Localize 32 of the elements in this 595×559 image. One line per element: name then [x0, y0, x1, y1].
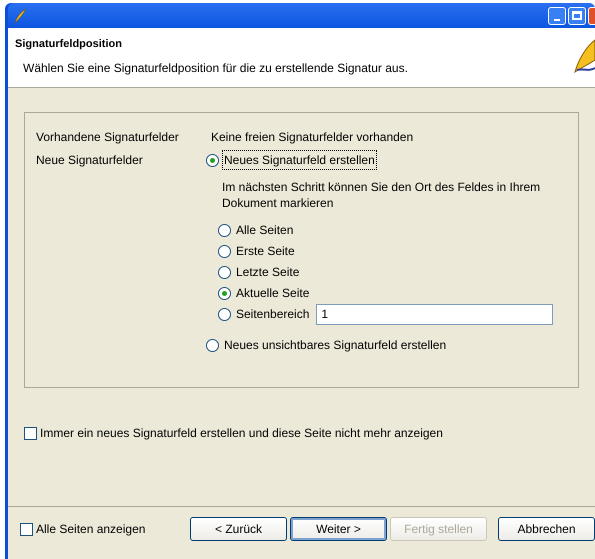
radio-button[interactable]	[206, 154, 219, 166]
page-title: Signaturfeldposition	[15, 37, 123, 52]
radio-button[interactable]	[206, 338, 219, 352]
radio-button[interactable]	[218, 308, 231, 320]
radio-option[interactable]: Seitenbereich	[218, 304, 312, 324]
radio-option[interactable]: Neues Signaturfeld erstellen	[206, 150, 567, 170]
close-button[interactable]	[588, 6, 595, 24]
checkbox[interactable]	[24, 426, 37, 440]
radio-option[interactable]: Erste Seite	[218, 241, 297, 261]
radio-button[interactable]	[218, 266, 231, 278]
checkbox-option[interactable]: Alle Seiten anzeigen	[20, 520, 187, 538]
wizard-button[interactable]: < Zurück	[190, 517, 287, 541]
field-label: Vorhandene Signaturfelder	[36, 129, 180, 146]
minimize-button[interactable]	[548, 6, 566, 24]
field-label: Neue Signaturfelder	[36, 152, 144, 169]
checkbox-option[interactable]: Immer ein neues Signaturfeld erstellen und diese Seite nicht mehr anzeigen	[24, 424, 595, 442]
wizard-button[interactable]: Weiter >	[290, 517, 387, 541]
page-subtitle: Wählen Sie eine Signaturfeldposition für die zu erstellende Signatur aus.	[23, 60, 408, 76]
field-value: Keine freien Signaturfelder vorhanden	[211, 129, 414, 146]
radio-button[interactable]	[218, 224, 231, 236]
radio-option[interactable]: Neues unsichtbares Signaturfeld erstellen	[206, 335, 567, 355]
radio-option[interactable]: Aktuelle Seite	[218, 283, 312, 303]
radio-button[interactable]	[218, 286, 231, 300]
quill-icon	[13, 8, 27, 24]
radio-option[interactable]: Alle Seiten	[218, 220, 296, 240]
radio-button[interactable]	[218, 244, 231, 258]
checkbox[interactable]	[20, 522, 33, 536]
page-range-field[interactable]: 1	[316, 304, 554, 324]
maximize-button[interactable]	[568, 6, 586, 24]
radio-option[interactable]: Letzte Seite	[218, 262, 302, 282]
hint-text: Im nächsten Schritt können Sie den Ort des Feldes in Ihrem Dokument markieren	[222, 179, 542, 211]
wizard-button[interactable]: Abbrechen	[498, 517, 595, 541]
